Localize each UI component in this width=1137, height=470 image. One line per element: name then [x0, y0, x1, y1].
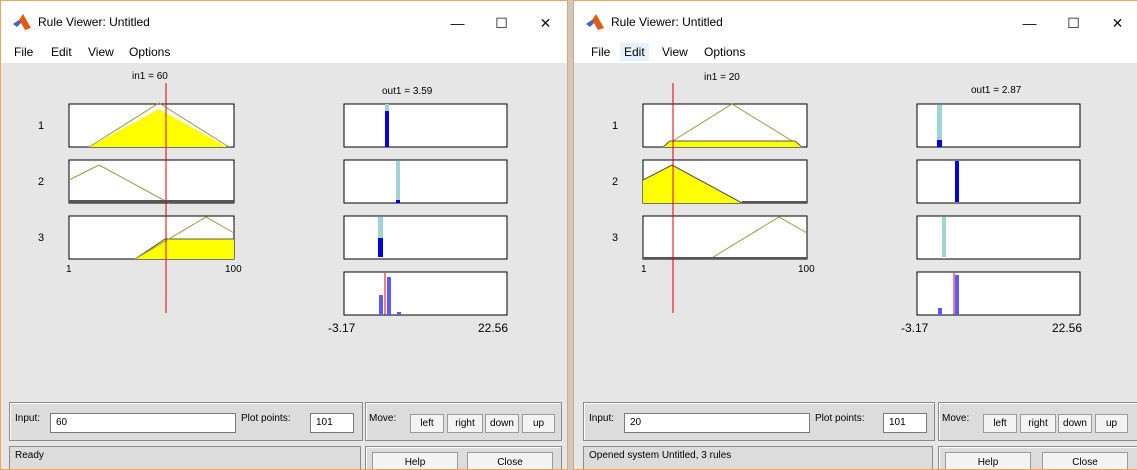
input-panel: Input: 60 Plot points: 101 [9, 402, 363, 441]
status-bar: Ready [9, 446, 361, 469]
button-panel: Help Close [938, 446, 1137, 469]
button-panel: Help Close [365, 446, 562, 469]
move-left-button[interactable]: left [410, 414, 444, 433]
help-button[interactable]: Help [372, 452, 458, 469]
output-box [343, 103, 508, 148]
close-window-button[interactable]: ✕ [523, 9, 567, 37]
output-bar [378, 238, 383, 257]
output-bar-light [937, 105, 942, 140]
rule-plots-svg [68, 83, 508, 316]
matlab-icon [586, 14, 604, 30]
close-button[interactable]: Close [1042, 452, 1128, 469]
move-left-button[interactable]: left [983, 414, 1017, 433]
minimize-button[interactable]: — [1007, 9, 1052, 37]
input-mf-box [642, 215, 808, 260]
output-box [916, 215, 1081, 260]
move-panel: Move: left right down up [365, 402, 562, 441]
output-box [916, 159, 1081, 204]
menu-file[interactable]: File [10, 43, 37, 61]
menu-edit[interactable]: Edit [47, 43, 76, 61]
mf-fill [643, 257, 807, 259]
viewer-client-area: in1 = 60 out1 = 3.59 1 2 3 1 100 -3.17 2… [1, 63, 567, 469]
plot-points-field[interactable]: 101 [883, 413, 927, 433]
help-button[interactable]: Help [945, 452, 1031, 469]
move-down-button[interactable]: down [1058, 414, 1092, 433]
move-up-button[interactable]: up [522, 414, 555, 433]
window-title: Rule Viewer: Untitled [38, 15, 150, 29]
input-mf-box [68, 159, 235, 204]
title-bar: Rule Viewer: Untitled — ☐ ✕ [574, 1, 1137, 41]
output-bar [937, 140, 942, 147]
menu-options[interactable]: Options [700, 43, 749, 61]
output-range-min: -3.17 [901, 321, 929, 335]
matlab-icon [13, 14, 31, 30]
menu-edit[interactable]: Edit [620, 43, 649, 61]
move-label: Move: [369, 413, 397, 424]
aggregate-box [343, 271, 508, 316]
move-down-button[interactable]: down [485, 414, 519, 433]
output-bar-light [396, 161, 400, 200]
output-bar [955, 161, 959, 202]
rule-plots: in1 = 60 out1 = 3.59 1 2 3 1 100 -3.17 2… [1, 63, 567, 393]
move-label: Move: [942, 413, 970, 424]
rule-plots-svg [642, 83, 1081, 316]
output-box [343, 215, 508, 260]
menu-options[interactable]: Options [125, 43, 174, 61]
window-title: Rule Viewer: Untitled [611, 15, 723, 29]
move-right-button[interactable]: right [1020, 414, 1056, 433]
close-window-button[interactable]: ✕ [1095, 9, 1137, 37]
aggregate-bar [379, 295, 383, 315]
plot-points-label: Plot points: [241, 413, 291, 424]
plot-points-label: Plot points: [815, 413, 865, 424]
input-panel: Input: 20 Plot points: 101 [583, 402, 935, 441]
output-range-max: 22.56 [478, 321, 509, 335]
output-bar [396, 200, 400, 203]
input-field[interactable]: 60 [50, 413, 236, 433]
aggregate-bar [938, 308, 942, 315]
viewer-client-area: in1 = 20 out1 = 2.87 1 2 3 1 100 -3.17 2… [574, 63, 1137, 469]
rule-viewer-window-2: Rule Viewer: Untitled — ☐ ✕ File Edit Vi… [573, 0, 1137, 470]
output-box [343, 159, 508, 204]
plot-points-field[interactable]: 101 [310, 413, 354, 433]
output-bar-light [942, 217, 946, 257]
output-bar-light [385, 104, 389, 111]
input-field[interactable]: 20 [624, 413, 810, 433]
move-panel: Move: left right down up [938, 402, 1137, 441]
output-range-min: -3.17 [328, 321, 356, 335]
aggregate-bar [397, 312, 401, 315]
maximize-button[interactable]: ☐ [479, 9, 524, 37]
rule-plots: in1 = 20 out1 = 2.87 1 2 3 1 100 -3.17 2… [574, 63, 1137, 393]
menu-view[interactable]: View [84, 43, 118, 61]
mf-fill [69, 200, 234, 203]
menu-bar: File Edit View Options [1, 41, 567, 63]
close-button[interactable]: Close [467, 452, 553, 469]
rule-viewer-window-1: Rule Viewer: Untitled — ☐ ✕ File Edit Vi… [0, 0, 568, 470]
input-label: Input: [589, 413, 615, 424]
status-bar: Opened system Untitled, 3 rules [583, 446, 933, 469]
output-range-max: 22.56 [1052, 321, 1083, 335]
aggregate-bar [387, 277, 391, 315]
menu-bar: File Edit View Options [574, 41, 1137, 63]
menu-file[interactable]: File [587, 43, 614, 61]
mf-fill [742, 201, 807, 203]
move-right-button[interactable]: right [447, 414, 483, 433]
minimize-button[interactable]: — [435, 9, 480, 37]
aggregate-bar [955, 275, 959, 315]
title-bar: Rule Viewer: Untitled — ☐ ✕ [1, 1, 567, 41]
move-up-button[interactable]: up [1095, 414, 1128, 433]
output-bar [385, 111, 389, 147]
input-label: Input: [15, 413, 41, 424]
menu-view[interactable]: View [658, 43, 692, 61]
mf-fill [663, 141, 802, 147]
output-bar-light [378, 217, 383, 238]
maximize-button[interactable]: ☐ [1051, 9, 1096, 37]
